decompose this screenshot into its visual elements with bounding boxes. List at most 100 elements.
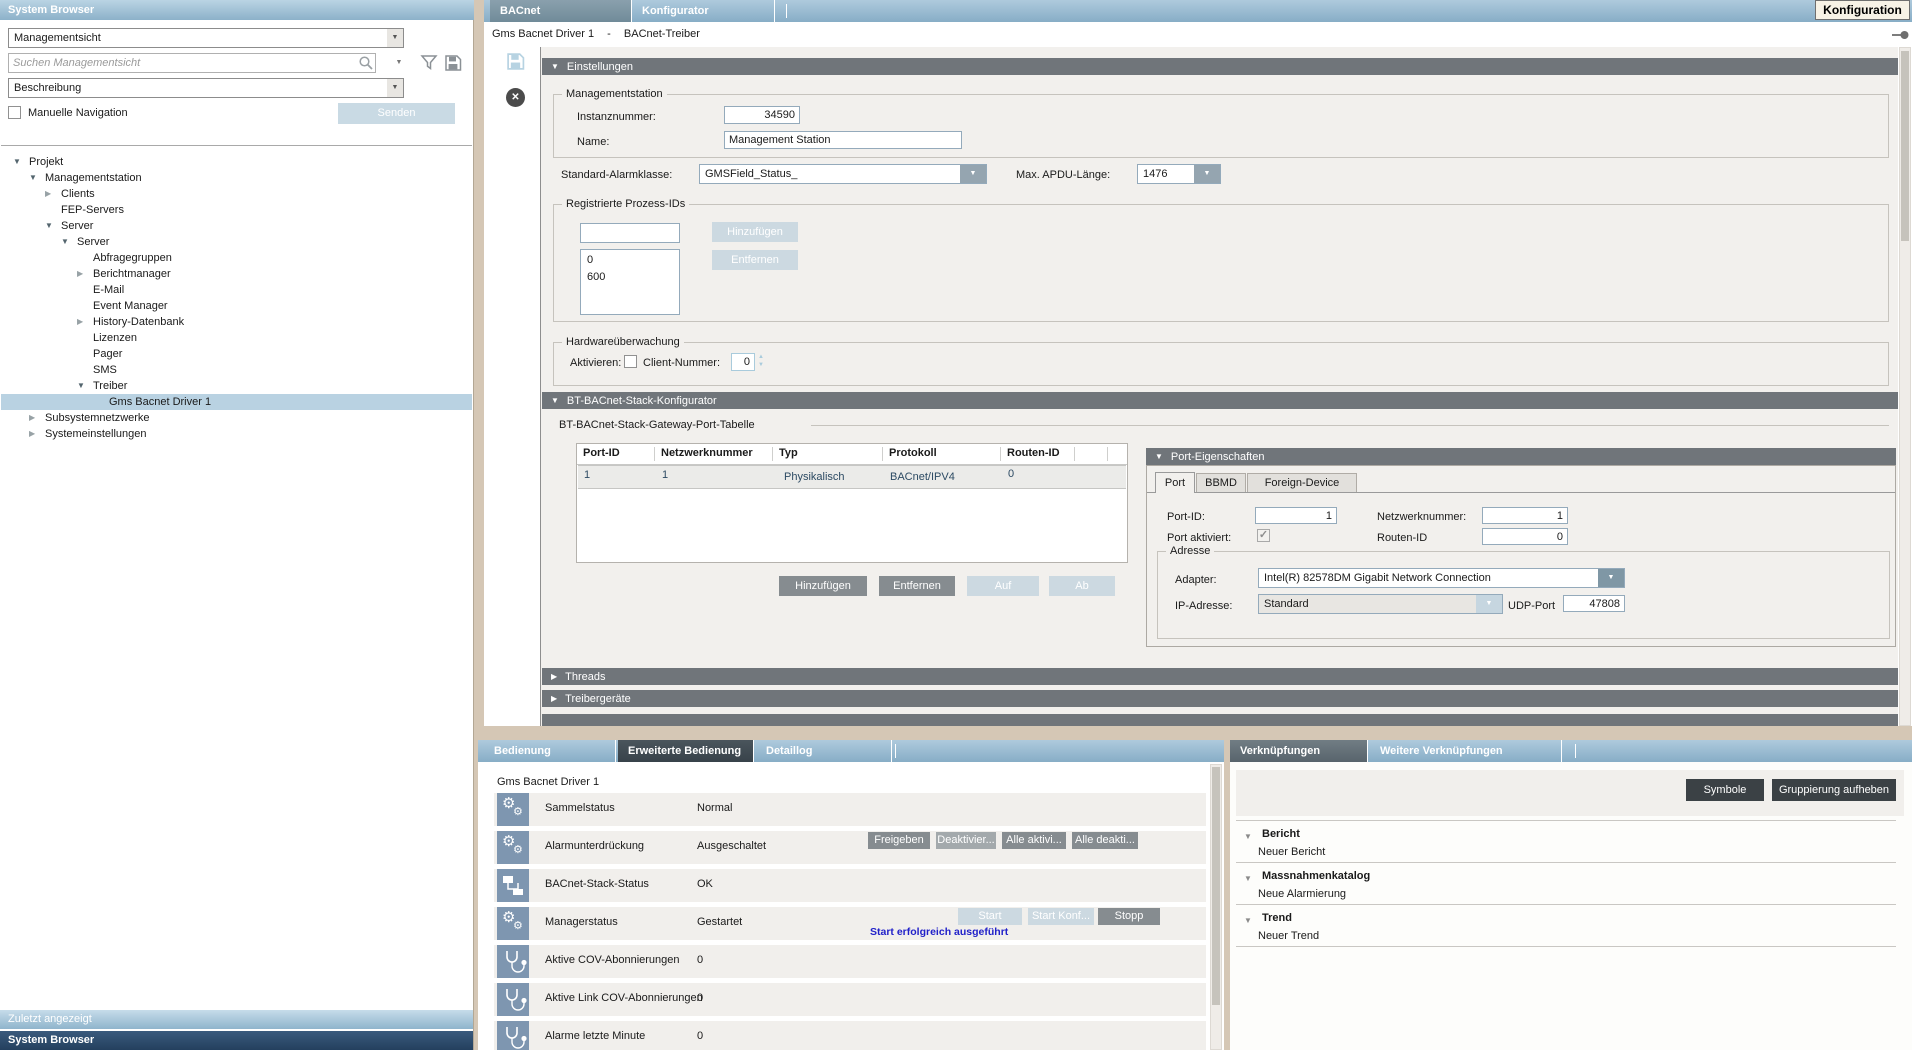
form-scrollbar[interactable]	[1899, 47, 1911, 726]
tree-item[interactable]: Lizenzen	[1, 330, 472, 346]
column-header[interactable]: Netzwerknummer	[661, 447, 753, 459]
collapse-icon[interactable]: ▼	[1244, 874, 1252, 883]
link-group-header[interactable]: Massnahmenkatalog	[1262, 870, 1370, 882]
manual-navigation-checkbox[interactable]	[8, 106, 21, 119]
port-aktiviert-checkbox[interactable]: ✓	[1257, 529, 1270, 542]
spinner-up-icon[interactable]: ▲	[758, 354, 764, 360]
link-group-header[interactable]: Bericht	[1262, 828, 1300, 840]
link-group-header[interactable]: Trend	[1262, 912, 1292, 924]
client-nummer-field[interactable]	[731, 353, 755, 371]
system-browser-bottom-bar[interactable]: System Browser	[0, 1031, 473, 1050]
table-up-button[interactable]: Auf	[967, 576, 1039, 596]
alle-aktivieren-button[interactable]: Alle aktivi...	[1002, 832, 1066, 849]
collapse-icon[interactable]: ▼	[1244, 916, 1252, 925]
tree-item[interactable]: ▼Projekt	[1, 154, 472, 170]
instanznummer-field[interactable]	[724, 106, 800, 124]
tab-weitere-verknuepfungen[interactable]: Weitere Verknüpfungen	[1370, 740, 1562, 762]
table-down-button[interactable]: Ab	[1049, 576, 1115, 596]
list-item[interactable]: 600	[581, 269, 679, 286]
spinner-down-icon[interactable]: ▼	[758, 362, 764, 368]
section-header-bt-stack[interactable]: ▼BT-BACnet-Stack-Konfigurator	[542, 392, 1898, 409]
expander-icon[interactable]: ▼	[29, 170, 37, 186]
stopp-button[interactable]: Stopp	[1098, 908, 1160, 925]
expand-icon[interactable]: ▶	[551, 690, 557, 707]
tree-item[interactable]: SMS	[1, 362, 472, 378]
alle-deaktivieren-button[interactable]: Alle deakti...	[1072, 832, 1138, 849]
tree-item[interactable]: ▶Clients	[1, 186, 472, 202]
routen-id-field[interactable]	[1482, 528, 1568, 545]
tree-item[interactable]: ▼Managementstation	[1, 170, 472, 186]
port-id-field[interactable]	[1255, 507, 1337, 524]
chevron-down-icon[interactable]: ▼	[960, 165, 986, 183]
expander-icon[interactable]: ▶	[77, 266, 83, 282]
apdu-select[interactable]: 1476 ▼	[1137, 164, 1221, 184]
expander-icon[interactable]: ▼	[13, 154, 21, 170]
gruppierung-aufheben-button[interactable]: Gruppierung aufheben	[1772, 779, 1896, 801]
prozess-add-button[interactable]: Hinzufügen	[712, 222, 798, 242]
column-header[interactable]: Port-ID	[583, 447, 620, 459]
search-input[interactable]	[8, 53, 376, 73]
search-icon[interactable]	[358, 55, 374, 74]
column-header[interactable]: Typ	[779, 447, 798, 459]
prozess-id-input[interactable]	[580, 223, 680, 243]
section-header-treibergeraete[interactable]: ▶Treibergeräte	[542, 690, 1898, 707]
expander-icon[interactable]: ▶	[29, 426, 35, 442]
konfiguration-mode-button[interactable]: Konfiguration	[1815, 0, 1910, 20]
link-item[interactable]: Neuer Bericht	[1258, 846, 1325, 858]
symbole-button[interactable]: Symbole	[1686, 779, 1764, 801]
freigeben-button[interactable]: Freigeben	[868, 832, 930, 849]
list-item[interactable]: 0	[581, 250, 679, 269]
operation-scrollbar[interactable]	[1210, 764, 1222, 1050]
collapse-icon[interactable]: ▼	[1155, 448, 1163, 465]
tree-item[interactable]: ▼Treiber	[1, 378, 472, 394]
chevron-down-icon[interactable]: ▼	[387, 29, 403, 47]
column-header[interactable]: Routen-ID	[1007, 447, 1060, 459]
tab-bacnet[interactable]: BACnet	[490, 0, 632, 22]
collapse-icon[interactable]: ▼	[551, 58, 559, 75]
tree-item[interactable]: ▶Subsystemnetzwerke	[1, 410, 472, 426]
expand-icon[interactable]: ▶	[551, 668, 557, 685]
collapse-icon[interactable]: ▼	[1244, 832, 1252, 841]
tab-bedienung[interactable]: Bedienung	[484, 740, 616, 762]
save-search-icon[interactable]	[444, 54, 462, 75]
collapse-icon[interactable]: ▼	[551, 392, 559, 409]
section-header-threads[interactable]: ▶Threads	[542, 668, 1898, 685]
save-icon[interactable]	[506, 52, 525, 74]
tree-item[interactable]: FEP-Servers	[1, 202, 472, 218]
table-add-button[interactable]: Hinzufügen	[779, 576, 867, 596]
chevron-down-icon[interactable]: ▼	[1194, 165, 1220, 183]
prozess-id-list[interactable]: 0 600	[580, 249, 680, 315]
filter-icon[interactable]	[420, 54, 438, 75]
tab-verknuepfungen[interactable]: Verknüpfungen	[1230, 740, 1368, 762]
pin-icon[interactable]	[1892, 29, 1909, 44]
section-header-einstellungen[interactable]: ▼Einstellungen	[542, 58, 1898, 75]
expander-icon[interactable]: ▶	[29, 410, 35, 426]
expander-icon[interactable]: ▶	[77, 314, 83, 330]
chevron-down-icon[interactable]: ▼	[1598, 569, 1624, 587]
view-select[interactable]: Managementsicht ▼	[8, 28, 404, 48]
expander-icon[interactable]: ▼	[77, 378, 85, 394]
table-row-selected[interactable]: 1 1 Physikalisch BACnet/IPV4 0	[578, 465, 1126, 489]
link-item[interactable]: Neuer Trend	[1258, 930, 1319, 942]
tab-erweiterte-bedienung[interactable]: Erweiterte Bedienung	[618, 740, 754, 762]
chevron-down-icon[interactable]: ▼	[387, 79, 403, 97]
tree-item[interactable]: Event Manager	[1, 298, 472, 314]
tab-konfigurator[interactable]: Konfigurator	[632, 0, 775, 22]
udp-port-field[interactable]	[1563, 595, 1625, 612]
tree-item[interactable]: ▶Berichtmanager	[1, 266, 472, 282]
column-header[interactable]: Protokoll	[889, 447, 937, 459]
breadcrumb-primary[interactable]: Gms Bacnet Driver 1	[492, 28, 594, 40]
adapter-select[interactable]: Intel(R) 82578DM Gigabit Network Connect…	[1258, 568, 1625, 588]
tree-item[interactable]: ▶Systemeinstellungen	[1, 426, 472, 442]
tab-foreign-device[interactable]: Foreign-Device	[1247, 473, 1357, 492]
close-icon[interactable]: ✕	[506, 88, 525, 107]
tab-port[interactable]: Port	[1155, 472, 1195, 493]
tree-item-selected[interactable]: Gms Bacnet Driver 1	[1, 394, 472, 410]
name-field[interactable]	[724, 131, 962, 149]
send-button[interactable]: Senden	[338, 103, 455, 124]
expander-icon[interactable]: ▶	[45, 186, 51, 202]
section-header-port-eigenschaften[interactable]: ▼Port-Eigenschaften	[1146, 448, 1896, 465]
prozess-remove-button[interactable]: Entfernen	[712, 250, 798, 270]
tab-detaillog[interactable]: Detaillog	[756, 740, 892, 762]
link-item[interactable]: Neue Alarmierung	[1258, 888, 1346, 900]
